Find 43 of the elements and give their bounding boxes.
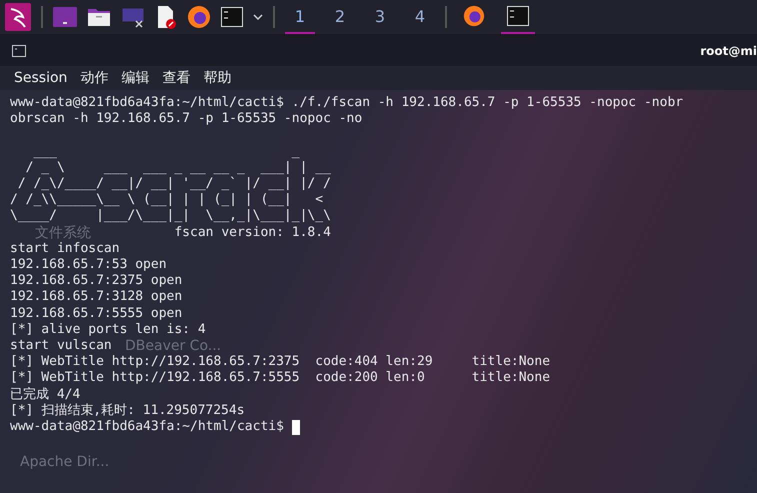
menu-item[interactable]: 查看 <box>162 69 190 87</box>
terminal-line: [*] WebTitle http://192.168.65.7:2375 code:404 len:29 title:None <box>10 354 550 370</box>
version-line: fscan version: 1.8.4 <box>174 224 331 241</box>
desktop-icon-label: 文件系统 <box>35 224 91 242</box>
terminal-icon[interactable] <box>221 7 243 27</box>
workspace-tab[interactable]: 2 <box>325 0 355 34</box>
terminal-icon <box>506 6 530 26</box>
menu-item[interactable]: 帮助 <box>203 69 232 87</box>
menu-item[interactable]: 动作 <box>80 69 108 87</box>
terminal-line: 192.168.65.7:5555 open <box>10 306 182 322</box>
terminal-line: obrscan -h 192.168.65.7 -p 1-65535 -nopoc -no <box>10 111 362 128</box>
workspace-tab[interactable]: 3 <box>365 0 395 34</box>
banner-line: / /_\\_____\__ \ (__| | | (_| | (__| < <box>10 192 324 208</box>
folder-icon[interactable] <box>87 7 111 27</box>
terminal-line: 192.168.65.7:3128 open <box>10 289 182 306</box>
workspace-tab[interactable]: 1 <box>285 0 315 34</box>
prompt: www-data@821fbd6a43fa:~/html/cacti$ <box>10 419 284 436</box>
workspace-tab[interactable]: 4 <box>405 0 435 34</box>
terminal-line: [*] alive ports len is: 4 <box>10 322 206 338</box>
terminal-line: start infoscan <box>10 240 120 258</box>
browser-icon[interactable] <box>187 5 211 29</box>
dragon-logo-icon[interactable] <box>5 3 31 31</box>
terminal-line: [*] 扫描结束,耗时: 11.295077254s <box>10 402 245 420</box>
banner-line: \____/ |___/\___|_| \__,_|\___|_|\_\ <box>10 208 332 225</box>
terminal-line: 192.168.65.7:53 open <box>10 257 167 274</box>
banner-line: ___ _ <box>32 144 301 160</box>
terminal-line: 已完成 4/4 <box>10 386 80 403</box>
banner-line: / _ \ ___ ___ _ __ __ _ ___| | __ <box>24 160 332 176</box>
desktop-icon-label: Apache Dir... <box>20 454 110 470</box>
window-title: root@mi <box>700 44 757 58</box>
terminal-line: [*] WebTitle http://192.168.65.7:5555 code:200 len:0 title:None <box>10 370 550 387</box>
banner-line: / /_\/____/ __|/ __| '__/ _` |/ __| |/ / <box>16 176 331 192</box>
desktop-icon-label: DBeaver Co... <box>125 338 222 354</box>
terminal-line: start vulscan <box>10 338 112 354</box>
menu-item[interactable]: 编辑 <box>121 69 150 87</box>
monitor-icon[interactable] <box>121 6 145 28</box>
chevron-down-icon[interactable] <box>253 14 263 20</box>
terminal-icon <box>12 45 26 57</box>
document-icon[interactable] <box>155 5 177 29</box>
terminal-line: 192.168.65.7:2375 open <box>10 273 182 290</box>
terminal-line: www-data@821fbd6a43fa:~/html/cacti$ ./f./fscan -h 192.168.65.7 -p 1-65535 -nopoc -nobr <box>10 95 684 112</box>
browser-icon <box>463 5 485 27</box>
menu-item[interactable]: Session <box>14 70 68 86</box>
